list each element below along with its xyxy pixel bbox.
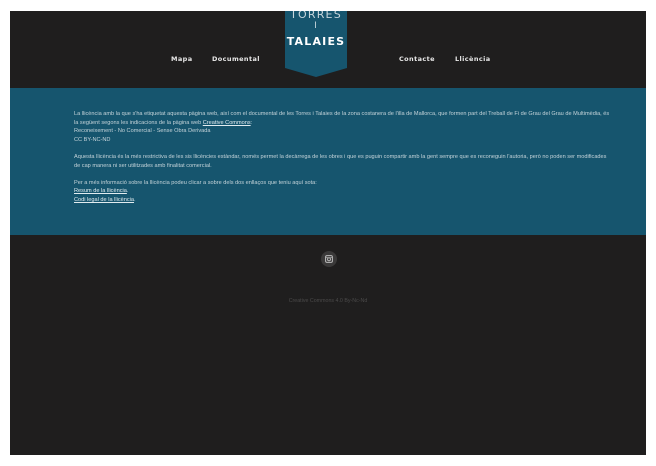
license-legal-end: . bbox=[134, 196, 136, 203]
site-logo[interactable]: TORRES I TALAIES bbox=[285, 11, 347, 77]
footer-copyright: Creative Commons 4.0 By-Nc-Nd bbox=[288, 298, 368, 304]
website: Mapa Documental TORRES I TALAIES Contact… bbox=[10, 11, 646, 455]
license-link-row-summary: Resum de la llicència. bbox=[74, 187, 614, 196]
license-section: La llicència amb la que s'ha etiquetat a… bbox=[10, 88, 646, 235]
license-paragraph-description: Aquesta llicència és la més restrictiva … bbox=[74, 153, 607, 169]
creative-commons-link[interactable]: Creative Commons bbox=[203, 120, 251, 126]
logo-line-talaies: TALAIES bbox=[286, 35, 346, 48]
logo-line-torres: TORRES bbox=[290, 11, 342, 21]
license-code: CC BY-NC-ND bbox=[74, 136, 111, 143]
nav-link-llicencia[interactable]: Llicència bbox=[455, 55, 491, 63]
logo-pennant-tip bbox=[285, 68, 347, 77]
license-link-row-legal: Codi legal de la llicència. bbox=[74, 196, 614, 205]
site-header: Mapa Documental TORRES I TALAIES Contact… bbox=[10, 11, 646, 88]
license-legal-code-link[interactable]: Codi legal de la llicència bbox=[74, 197, 134, 203]
license-summary-link[interactable]: Resum de la llicència bbox=[74, 188, 127, 194]
instagram-button[interactable] bbox=[321, 251, 337, 267]
nav-link-documental[interactable]: Documental bbox=[212, 55, 260, 63]
license-paragraph-intro: La llicència amb la que s'ha etiquetat a… bbox=[74, 110, 614, 127]
nav-link-mapa[interactable]: Mapa bbox=[171, 55, 193, 63]
license-paragraph-more-info: Per a més informació sobre la llicència … bbox=[74, 179, 317, 186]
license-intro-end: : bbox=[250, 119, 253, 126]
instagram-icon bbox=[325, 255, 333, 263]
license-type: Reconeixement - No Comercial - Sense Obr… bbox=[74, 128, 211, 135]
logo-line-i: I bbox=[314, 21, 318, 31]
license-summary-end: . bbox=[126, 188, 129, 195]
nav-link-contacte[interactable]: Contacte bbox=[399, 55, 435, 63]
license-intro-text: La llicència amb la que s'ha etiquetat a… bbox=[74, 111, 610, 126]
page: Mapa Documental TORRES I TALAIES Contact… bbox=[0, 0, 656, 466]
license-text: La llicència amb la que s'ha etiquetat a… bbox=[74, 110, 614, 205]
